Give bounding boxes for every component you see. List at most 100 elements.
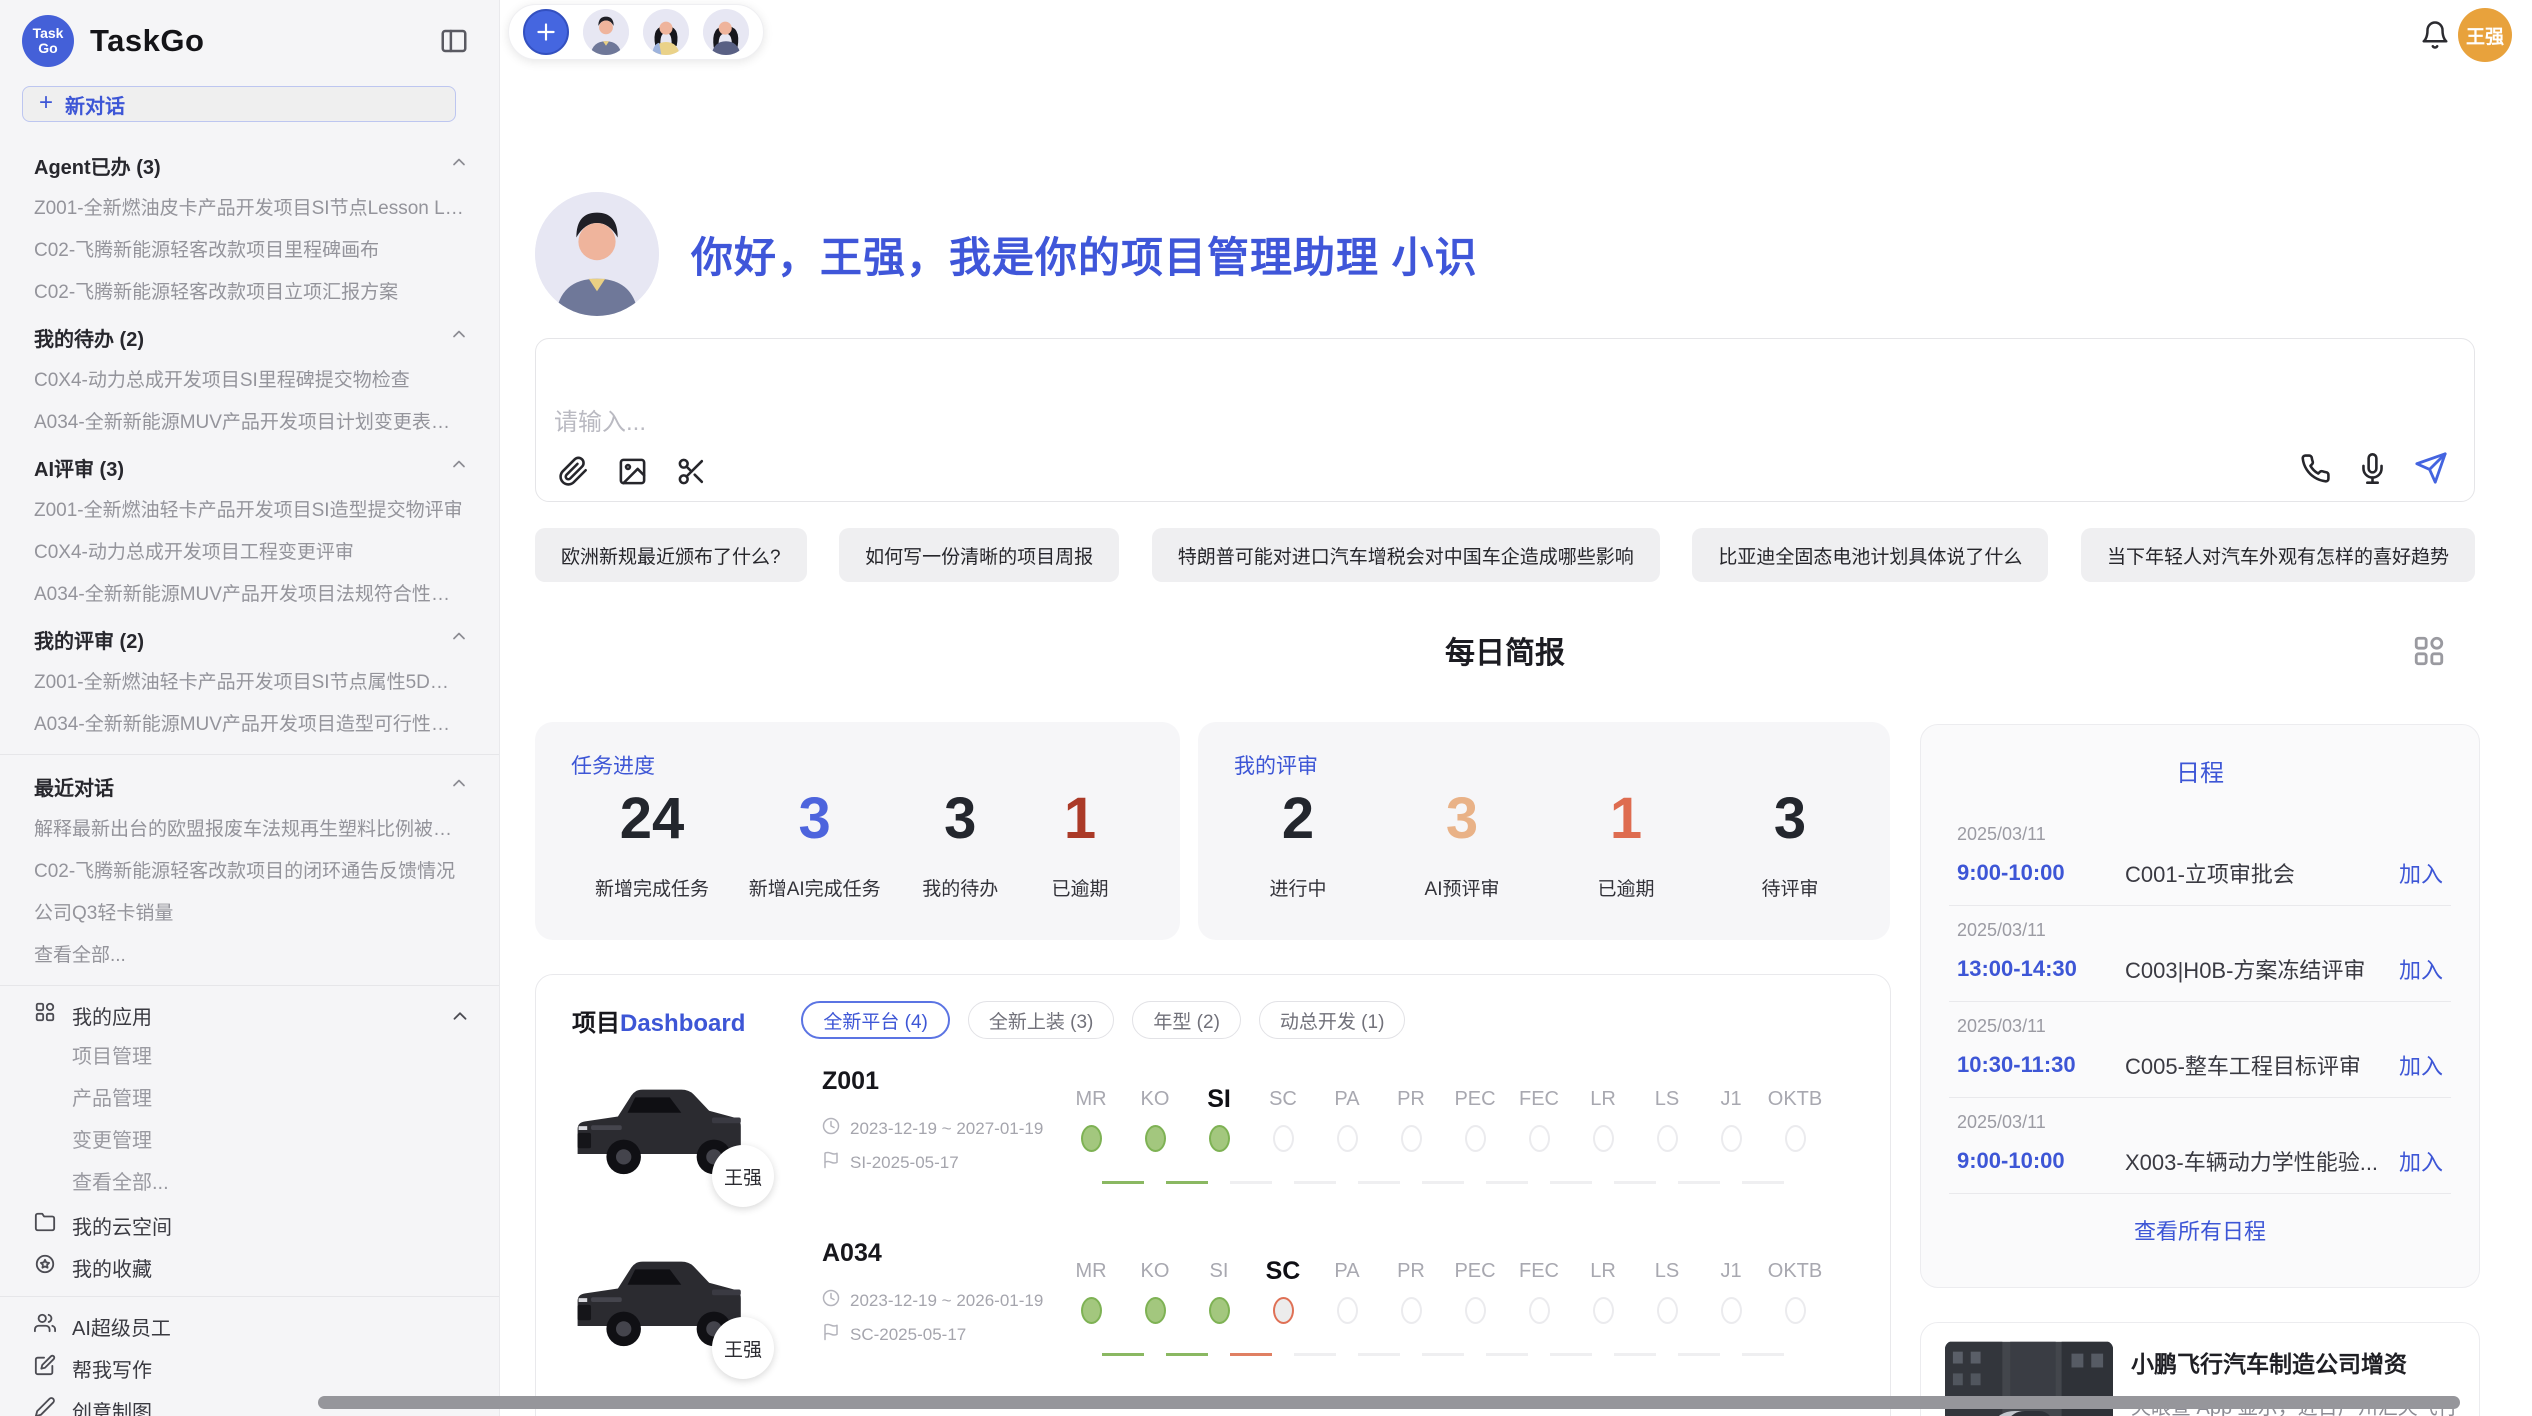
microphone-icon[interactable] bbox=[2357, 453, 2388, 484]
chevron-up-icon[interactable] bbox=[449, 152, 469, 178]
sidebar-tool-0[interactable]: AI超级员工 bbox=[0, 1305, 499, 1347]
suggestion-chip[interactable]: 当下年轻人对汽车外观有怎样的喜好趋势 bbox=[2081, 528, 2475, 582]
recent-chat-item[interactable]: 解释最新出台的欧盟报废车法规再生塑料比例被调至15%... bbox=[0, 809, 499, 851]
sidebar-collapse-icon[interactable] bbox=[439, 26, 469, 56]
message-composer bbox=[535, 338, 2475, 502]
milestone-dot bbox=[1145, 1297, 1166, 1324]
attachment-icon[interactable] bbox=[558, 456, 589, 487]
assistant-avatar-2[interactable] bbox=[643, 9, 689, 55]
sidebar-link-1[interactable]: 我的收藏 bbox=[0, 1246, 499, 1288]
section-title: 我的待办 (2) bbox=[34, 323, 144, 352]
assistant-avatar-3[interactable] bbox=[703, 9, 749, 55]
milestone-KO: KO bbox=[1123, 1079, 1187, 1163]
briefing-layout-grid-icon[interactable] bbox=[2412, 634, 2446, 668]
stat-label: 新增AI完成任务 bbox=[749, 874, 881, 901]
sidebar-section-header-3[interactable]: 我的评审 (2) bbox=[0, 616, 499, 662]
dashboard-tab[interactable]: 动总开发 (1) bbox=[1259, 1001, 1406, 1039]
chevron-up-icon[interactable] bbox=[449, 1005, 469, 1025]
new-chat-button[interactable]: + 新对话 bbox=[22, 86, 456, 122]
suggestion-chip[interactable]: 如何写一份清晰的项目周报 bbox=[839, 528, 1119, 582]
send-icon[interactable] bbox=[2414, 451, 2448, 485]
app-subitem[interactable]: 变更管理 bbox=[0, 1120, 499, 1162]
app-subitem[interactable]: 产品管理 bbox=[0, 1078, 499, 1120]
recent-chats-header[interactable]: 最近对话 bbox=[0, 763, 499, 809]
notifications-bell-icon[interactable] bbox=[2420, 20, 2450, 50]
sidebar-section-header-2[interactable]: AI评审 (3) bbox=[0, 444, 499, 490]
join-link[interactable]: 加入 bbox=[2399, 1145, 2443, 1177]
milestone-PEC: PEC bbox=[1443, 1079, 1507, 1163]
recent-chat-item[interactable]: 查看全部... bbox=[0, 935, 499, 977]
stat-value: 3 bbox=[1750, 788, 1830, 850]
project-flag-milestone: SI-2025-05-17 bbox=[822, 1151, 959, 1174]
horizontal-scrollbar-thumb[interactable] bbox=[318, 1396, 2460, 1409]
stat-row: 24 新增完成任务 3 新增AI完成任务 3 我的待办 1 已逾期 bbox=[535, 788, 1180, 901]
sidebar-section-header-0[interactable]: Agent已办 (3) bbox=[0, 142, 499, 188]
project-owner-badge: 王强 bbox=[712, 1317, 774, 1379]
tool-label: AI超级员工 bbox=[72, 1312, 469, 1341]
chevron-up-icon[interactable] bbox=[449, 324, 469, 350]
sidebar-task-item[interactable]: C0X4-动力总成开发项目工程变更评审 bbox=[0, 532, 499, 574]
join-link[interactable]: 加入 bbox=[2399, 953, 2443, 985]
recent-chat-item[interactable]: C02-飞腾新能源轻客改款项目的闭环通告反馈情况 bbox=[0, 851, 499, 893]
suggestion-chip[interactable]: 比亚迪全固态电池计划具体说了什么 bbox=[1692, 528, 2048, 582]
sidebar-task-item[interactable]: C02-飞腾新能源轻客改款项目立项汇报方案 bbox=[0, 272, 499, 314]
app-subitem[interactable]: 查看全部... bbox=[0, 1162, 499, 1204]
schedule-date: 2025/03/11 bbox=[1957, 920, 2443, 941]
project-row-A034[interactable]: 王强 A034 2023-12-19 ~ 2026-01-19 SC-2025-… bbox=[536, 1227, 1890, 1385]
sidebar-task-item[interactable]: A034-全新新能源MUV产品开发项目法规符合性评审 bbox=[0, 574, 499, 616]
schedule-time: 13:00-14:30 bbox=[1957, 956, 2125, 982]
view-all-schedule-link[interactable]: 查看所有日程 bbox=[1921, 1214, 2479, 1246]
dashboard-tab[interactable]: 全新上装 (3) bbox=[968, 1001, 1115, 1039]
image-upload-icon[interactable] bbox=[617, 456, 648, 487]
sidebar-header: Task Go TaskGo bbox=[0, 10, 499, 72]
sidebar-links: 我的云空间 我的收藏 bbox=[0, 1204, 499, 1288]
milestone-dot bbox=[1529, 1125, 1550, 1152]
stat-item: 2 进行中 bbox=[1258, 788, 1338, 901]
sidebar-task-item[interactable]: A034-全新新能源MUV产品开发项目计划变更表编写 bbox=[0, 402, 499, 444]
sidebar-section-header-1[interactable]: 我的待办 (2) bbox=[0, 314, 499, 360]
chevron-up-icon[interactable] bbox=[449, 454, 469, 480]
project-row-Z001[interactable]: 王强 Z001 2023-12-19 ~ 2027-01-19 SI-2025-… bbox=[536, 1055, 1890, 1213]
project-code: A034 bbox=[822, 1239, 882, 1268]
chevron-up-icon[interactable] bbox=[449, 773, 469, 799]
section-title: 我的评审 (2) bbox=[34, 625, 144, 654]
milestone-connector bbox=[1294, 1181, 1336, 1184]
app-subitem[interactable]: 项目管理 bbox=[0, 1036, 499, 1078]
join-link[interactable]: 加入 bbox=[2399, 857, 2443, 889]
stat-card-title: 任务进度 bbox=[571, 750, 655, 780]
sidebar-task-item[interactable]: Z001-全新燃油皮卡产品开发项目SI节点Lesson Learn报告 bbox=[0, 188, 499, 230]
schedule-time: 9:00-10:00 bbox=[1957, 860, 2125, 886]
chevron-up-icon[interactable] bbox=[449, 626, 469, 652]
sidebar-task-item[interactable]: Z001-全新燃油轻卡产品开发项目SI节点属性5D文件评审 bbox=[0, 662, 499, 704]
stat-row: 2 进行中 3 AI预评审 1 已逾期 3 待评审 bbox=[1198, 788, 1890, 901]
message-input[interactable] bbox=[554, 401, 1754, 445]
project-flag-milestone: SC-2025-05-17 bbox=[822, 1323, 966, 1346]
stat-value: 2 bbox=[1258, 788, 1338, 850]
phone-call-icon[interactable] bbox=[2300, 453, 2331, 484]
assistant-avatar-1[interactable] bbox=[583, 9, 629, 55]
milestone-connector bbox=[1230, 1181, 1272, 1184]
sidebar-task-item[interactable]: C0X4-动力总成开发项目SI里程碑提交物检查 bbox=[0, 360, 499, 402]
sidebar-task-item[interactable]: A034-全新新能源MUV产品开发项目造型可行性评审 bbox=[0, 704, 499, 746]
sidebar-task-item[interactable]: Z001-全新燃油轻卡产品开发项目SI造型提交物评审 bbox=[0, 490, 499, 532]
sidebar-link-0[interactable]: 我的云空间 bbox=[0, 1204, 499, 1246]
dashboard-tab[interactable]: 全新平台 (4) bbox=[801, 1001, 950, 1039]
dashboard-tab[interactable]: 年型 (2) bbox=[1132, 1001, 1241, 1039]
app-title: TaskGo bbox=[90, 23, 204, 59]
join-link[interactable]: 加入 bbox=[2399, 1049, 2443, 1081]
stat-label: 新增完成任务 bbox=[595, 874, 709, 901]
suggestion-chip[interactable]: 特朗普可能对进口汽车增税会对中国车企造成哪些影响 bbox=[1152, 528, 1660, 582]
session-toolbar bbox=[508, 4, 764, 60]
stat-item: 1 已逾期 bbox=[1040, 788, 1120, 901]
my-apps-header[interactable]: 我的应用 bbox=[0, 994, 499, 1036]
screenshot-scissors-icon[interactable] bbox=[676, 456, 707, 487]
sidebar-tool-1[interactable]: 帮我写作 bbox=[0, 1347, 499, 1389]
recent-chat-item[interactable]: 公司Q3轻卡销量 bbox=[0, 893, 499, 935]
schedule-date: 2025/03/11 bbox=[1957, 1016, 2443, 1037]
add-session-button[interactable] bbox=[523, 9, 569, 55]
sidebar-task-item[interactable]: C02-飞腾新能源轻客改款项目里程碑画布 bbox=[0, 230, 499, 272]
user-avatar[interactable]: 王强 bbox=[2458, 8, 2512, 62]
milestone-dot bbox=[1081, 1125, 1102, 1152]
suggestion-chip[interactable]: 欧洲新规最近颁布了什么? bbox=[535, 528, 807, 582]
schedule-event-title: C003|H0B-方案冻结评审 bbox=[2125, 953, 2385, 985]
